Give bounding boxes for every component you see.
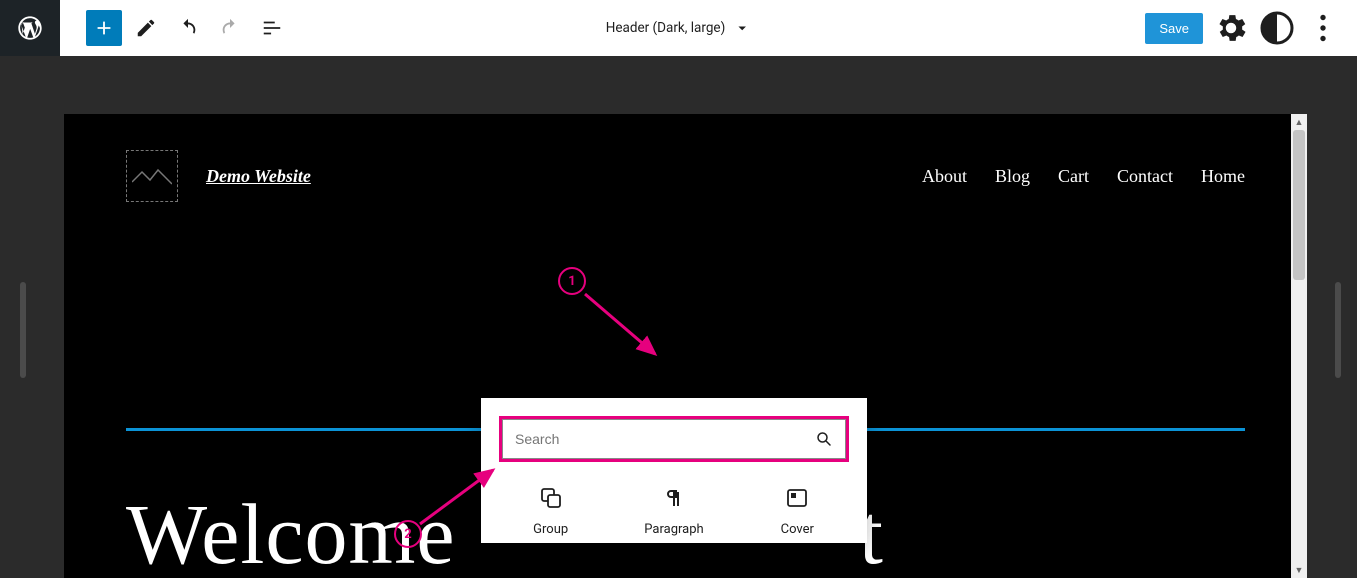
settings-button[interactable] xyxy=(1213,10,1249,46)
contrast-icon xyxy=(1259,10,1295,46)
block-inserter-button[interactable] xyxy=(86,10,122,46)
nav-link[interactable]: Contact xyxy=(1117,166,1173,187)
more-options-button[interactable] xyxy=(1305,10,1341,46)
wordpress-icon xyxy=(16,14,44,42)
block-option-cover[interactable]: Cover xyxy=(742,486,852,537)
block-search-input[interactable] xyxy=(515,431,815,447)
block-option-label: Paragraph xyxy=(644,522,703,537)
redo-icon xyxy=(219,17,241,39)
callout-marker-2: 2 xyxy=(394,520,422,548)
scrollbar-thumb[interactable] xyxy=(1293,130,1305,280)
edit-tool-button[interactable] xyxy=(128,10,164,46)
toolbar-left-group xyxy=(60,10,290,46)
more-vertical-icon xyxy=(1305,10,1341,46)
block-search-popover: Group Paragraph Cover xyxy=(481,398,867,543)
block-option-label: Cover xyxy=(781,522,814,537)
search-icon xyxy=(815,430,833,448)
primary-navigation: About Blog Cart Contact Home xyxy=(922,166,1245,187)
block-search-field-wrap xyxy=(502,419,846,459)
undo-icon xyxy=(177,17,199,39)
undo-button[interactable] xyxy=(170,10,206,46)
site-title[interactable]: Demo Website xyxy=(206,166,311,187)
chevron-down-icon xyxy=(733,19,751,37)
paragraph-block-icon xyxy=(662,486,686,510)
cover-block-icon xyxy=(785,486,809,510)
list-view-button[interactable] xyxy=(254,10,290,46)
site-header-left: Demo Website xyxy=(126,150,311,202)
nav-link[interactable]: Cart xyxy=(1058,166,1089,187)
styles-button[interactable] xyxy=(1259,10,1295,46)
save-button[interactable]: Save xyxy=(1145,13,1203,44)
template-selector[interactable]: Header (Dark, large) xyxy=(606,19,752,37)
right-scroll-hint xyxy=(1335,282,1341,378)
wordpress-logo-button[interactable] xyxy=(0,0,60,56)
toolbar-right-group: Save xyxy=(1145,10,1357,46)
redo-button[interactable] xyxy=(212,10,248,46)
site-header: Demo Website About Blog Cart Contact Hom… xyxy=(64,114,1307,202)
template-name: Header (Dark, large) xyxy=(606,20,726,36)
gear-icon xyxy=(1213,10,1249,46)
plus-icon xyxy=(93,17,115,39)
site-logo-placeholder[interactable] xyxy=(126,150,178,202)
page-vertical-scrollbar[interactable]: ▲ ▼ xyxy=(1291,114,1307,578)
scroll-down-arrow-icon: ▼ xyxy=(1291,562,1307,578)
image-placeholder-icon xyxy=(132,166,172,186)
list-view-icon xyxy=(261,17,283,39)
nav-link[interactable]: Blog xyxy=(995,166,1030,187)
callout-marker-1: 1 xyxy=(558,267,586,295)
nav-link[interactable]: Home xyxy=(1201,166,1245,187)
group-block-icon xyxy=(539,486,563,510)
search-highlight-box xyxy=(499,416,849,462)
block-option-group[interactable]: Group xyxy=(496,486,606,537)
block-option-paragraph[interactable]: Paragraph xyxy=(619,486,729,537)
nav-link[interactable]: About xyxy=(922,166,967,187)
block-suggestions-row: Group Paragraph Cover xyxy=(481,468,867,543)
block-option-label: Group xyxy=(533,522,568,537)
editor-toolbar: Header (Dark, large) Save xyxy=(0,0,1357,56)
scroll-up-arrow-icon: ▲ xyxy=(1291,114,1307,130)
left-scroll-hint xyxy=(20,282,26,378)
pencil-icon xyxy=(135,17,157,39)
